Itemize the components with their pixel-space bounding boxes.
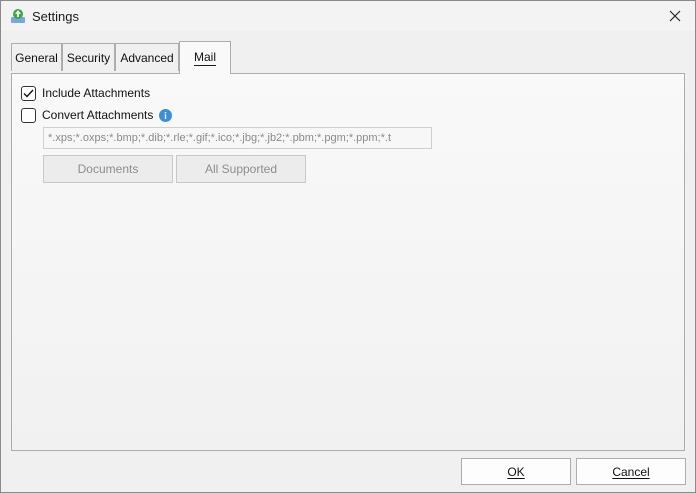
convert-attachments-label: Convert Attachments: [42, 108, 154, 122]
attachment-extensions-input[interactable]: [43, 127, 432, 149]
tab-security[interactable]: Security: [62, 43, 115, 71]
window-title: Settings: [32, 9, 79, 24]
close-icon: [669, 10, 681, 22]
all-supported-button[interactable]: All Supported: [176, 155, 306, 183]
include-attachments-checkbox[interactable]: [21, 85, 36, 101]
tab-advanced-label: Advanced: [120, 50, 174, 65]
title-bar[interactable]: Settings: [1, 1, 695, 31]
tab-security-label: Security: [66, 50, 111, 65]
mail-settings-panel: Include Attachments Convert Attachments …: [11, 73, 685, 451]
tab-mail-label: Mail: [193, 50, 216, 66]
close-button[interactable]: [655, 1, 695, 31]
tab-mail[interactable]: Mail: [179, 41, 231, 74]
settings-dialog: Settings General Security Advanced Mail: [0, 0, 696, 493]
checkmark-icon: [23, 89, 34, 98]
tab-advanced[interactable]: Advanced: [115, 43, 179, 71]
info-icon[interactable]: [159, 108, 173, 122]
app-logo-icon: [11, 9, 25, 23]
include-attachments-label: Include Attachments: [42, 86, 151, 100]
ok-button[interactable]: OK: [461, 458, 571, 485]
documents-button-label: Documents: [77, 162, 139, 176]
convert-attachments-checkbox[interactable]: [21, 107, 36, 123]
tab-general[interactable]: General: [11, 43, 62, 71]
include-attachments-option[interactable]: Include Attachments: [21, 84, 150, 102]
convert-attachments-option[interactable]: Convert Attachments: [21, 106, 173, 124]
cancel-button-label: Cancel: [612, 464, 650, 479]
ok-button-label: OK: [507, 464, 525, 479]
cancel-button[interactable]: Cancel: [576, 458, 686, 485]
documents-button[interactable]: Documents: [43, 155, 173, 183]
all-supported-button-label: All Supported: [204, 162, 278, 176]
tab-general-label: General: [15, 50, 58, 65]
